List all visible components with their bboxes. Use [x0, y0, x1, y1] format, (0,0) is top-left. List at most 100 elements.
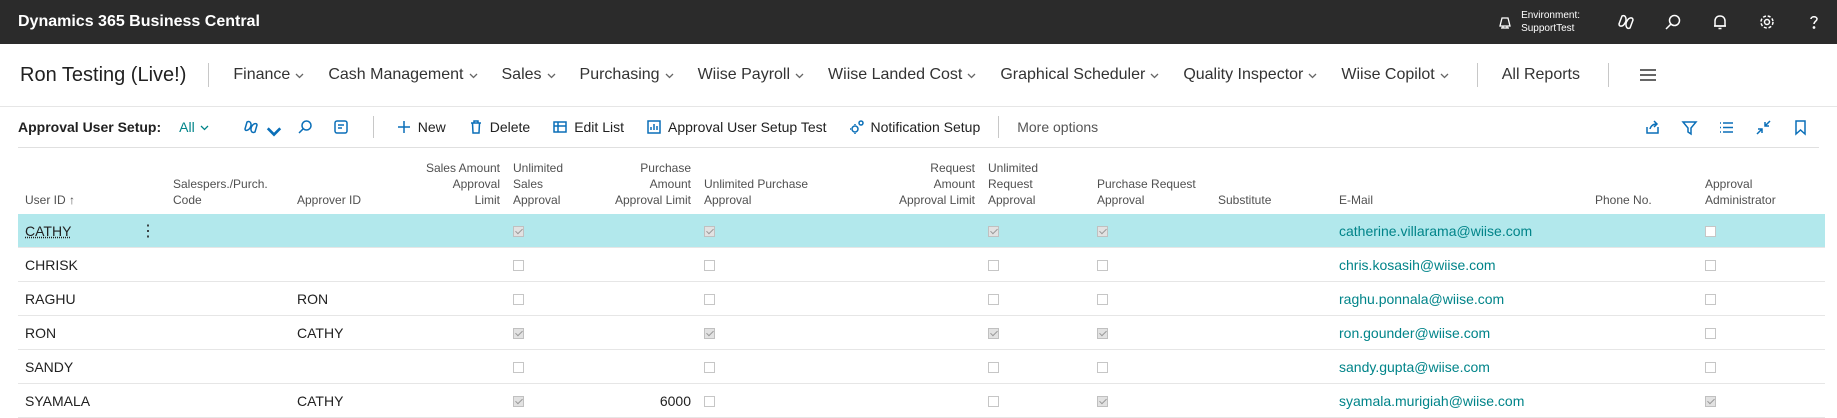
unlimited-request-checkbox[interactable]: [988, 294, 999, 305]
search-list-button[interactable]: [297, 119, 319, 135]
salesperson-cell[interactable]: [166, 384, 290, 418]
help-button[interactable]: [1790, 0, 1837, 44]
unlimited-request-checkbox[interactable]: [988, 260, 999, 271]
delete-button[interactable]: Delete: [468, 119, 530, 135]
sales-limit-cell[interactable]: [388, 350, 506, 384]
approver-id-cell[interactable]: RON: [290, 282, 388, 316]
row-menu-icon[interactable]: ⋮: [140, 221, 156, 241]
approval-admin-checkbox[interactable]: [1705, 226, 1716, 237]
nav-item-all-reports[interactable]: All Reports: [1502, 66, 1580, 84]
phone-cell[interactable]: [1588, 350, 1698, 384]
unlimited-request-checkbox[interactable]: [988, 226, 999, 237]
salesperson-cell[interactable]: [166, 214, 290, 248]
column-header-unlimited-sales[interactable]: Unlimited Sales Approval: [506, 148, 590, 214]
nav-item-graphical-scheduler[interactable]: Graphical Scheduler: [1000, 66, 1159, 84]
collapse-button[interactable]: [1745, 119, 1782, 136]
substitute-cell[interactable]: [1211, 350, 1332, 384]
column-header-sales-amount-limit[interactable]: Sales Amount Approval Limit: [388, 148, 506, 214]
substitute-cell[interactable]: [1211, 214, 1332, 248]
column-header-request-amount-limit[interactable]: Request Amount Approval Limit: [883, 148, 981, 214]
approval-admin-checkbox[interactable]: [1705, 294, 1716, 305]
column-header-phone[interactable]: Phone No.: [1588, 148, 1698, 214]
purchase-request-checkbox[interactable]: [1097, 328, 1108, 339]
table-row[interactable]: RON CATHY ron.gounder@wiise.com: [18, 316, 1825, 350]
purchase-request-checkbox[interactable]: [1097, 226, 1108, 237]
request-limit-cell[interactable]: [883, 248, 981, 282]
list-view-button[interactable]: [1708, 119, 1745, 136]
salesperson-cell[interactable]: [166, 316, 290, 350]
column-header-approver-id[interactable]: Approver ID: [290, 148, 388, 214]
unlimited-sales-checkbox[interactable]: [513, 294, 524, 305]
purchase-limit-cell[interactable]: [590, 350, 697, 384]
new-button[interactable]: New: [396, 119, 446, 135]
email-cell[interactable]: syamala.murigiah@wiise.com: [1332, 384, 1588, 418]
user-id-cell[interactable]: RON: [18, 316, 166, 350]
edit-list-button[interactable]: Edit List: [552, 119, 624, 135]
column-header-unlimited-purchase[interactable]: Unlimited Purchase Approval: [697, 148, 883, 214]
environment-indicator[interactable]: Environment: SupportTest: [1497, 9, 1580, 35]
nav-item-wiise-landed-cost[interactable]: Wiise Landed Cost: [828, 66, 976, 84]
unlimited-sales-checkbox[interactable]: [513, 328, 524, 339]
purchase-request-checkbox[interactable]: [1097, 294, 1108, 305]
substitute-cell[interactable]: [1211, 248, 1332, 282]
unlimited-sales-checkbox[interactable]: [513, 362, 524, 373]
approver-id-cell[interactable]: [290, 350, 388, 384]
approval-admin-checkbox[interactable]: [1705, 362, 1716, 373]
view-filter-dropdown[interactable]: All: [179, 119, 209, 135]
copilot-suggest-button[interactable]: [243, 119, 275, 135]
column-header-purchase-request[interactable]: Purchase Request Approval: [1090, 148, 1211, 214]
table-row[interactable]: CATHY ⋮ catherine.villarama@wiise.com: [18, 214, 1825, 248]
salesperson-cell[interactable]: [166, 282, 290, 316]
table-row[interactable]: SYAMALA CATHY 6000 syamala.murigiah@wiis…: [18, 384, 1825, 418]
nav-item-wiise-payroll[interactable]: Wiise Payroll: [698, 66, 804, 84]
more-options-button[interactable]: More options: [1017, 119, 1098, 135]
table-row[interactable]: SANDY sandy.gupta@wiise.com: [18, 350, 1825, 384]
table-row[interactable]: CHRISK chris.kosasih@wiise.com: [18, 248, 1825, 282]
user-id-cell[interactable]: SYAMALA: [18, 384, 166, 418]
nav-item-sales[interactable]: Sales: [502, 66, 556, 84]
phone-cell[interactable]: [1588, 248, 1698, 282]
phone-cell[interactable]: [1588, 282, 1698, 316]
nav-item-cash-management[interactable]: Cash Management: [328, 66, 477, 84]
purchase-limit-cell[interactable]: [590, 282, 697, 316]
sales-limit-cell[interactable]: [388, 248, 506, 282]
phone-cell[interactable]: [1588, 214, 1698, 248]
unlimited-sales-checkbox[interactable]: [513, 226, 524, 237]
personalize-button[interactable]: [333, 119, 355, 135]
request-limit-cell[interactable]: [883, 350, 981, 384]
bookmark-button[interactable]: [1782, 119, 1819, 136]
notification-setup-button[interactable]: Notification Setup: [849, 119, 981, 135]
column-header-user-id[interactable]: User ID ↑: [18, 148, 166, 214]
salesperson-cell[interactable]: [166, 350, 290, 384]
email-cell[interactable]: sandy.gupta@wiise.com: [1332, 350, 1588, 384]
substitute-cell[interactable]: [1211, 316, 1332, 350]
nav-item-wiise-copilot[interactable]: Wiise Copilot: [1341, 66, 1448, 84]
purchase-limit-cell[interactable]: 6000: [590, 384, 697, 418]
approval-admin-checkbox[interactable]: [1705, 328, 1716, 339]
sales-limit-cell[interactable]: [388, 214, 506, 248]
request-limit-cell[interactable]: [883, 316, 981, 350]
purchase-request-checkbox[interactable]: [1097, 362, 1108, 373]
email-cell[interactable]: chris.kosasih@wiise.com: [1332, 248, 1588, 282]
column-header-approval-admin[interactable]: Approval Administrator: [1698, 148, 1825, 214]
user-id[interactable]: CATHY: [25, 223, 71, 239]
phone-cell[interactable]: [1588, 384, 1698, 418]
approver-id-cell[interactable]: CATHY: [290, 316, 388, 350]
company-name[interactable]: Ron Testing (Live!): [20, 64, 186, 87]
substitute-cell[interactable]: [1211, 282, 1332, 316]
purchase-request-checkbox[interactable]: [1097, 260, 1108, 271]
email-cell[interactable]: ron.gounder@wiise.com: [1332, 316, 1588, 350]
unlimited-request-checkbox[interactable]: [988, 328, 999, 339]
hamburger-menu-button[interactable]: [1639, 68, 1659, 82]
search-button[interactable]: [1649, 0, 1696, 44]
request-limit-cell[interactable]: [883, 214, 981, 248]
settings-button[interactable]: [1743, 0, 1790, 44]
request-limit-cell[interactable]: [883, 282, 981, 316]
column-header-salesperson[interactable]: Salespers./Purch. Code: [166, 148, 290, 214]
approval-admin-checkbox[interactable]: [1705, 260, 1716, 271]
unlimited-purchase-checkbox[interactable]: [704, 294, 715, 305]
user-id-cell[interactable]: CHRISK: [18, 248, 166, 282]
column-header-substitute[interactable]: Substitute: [1211, 148, 1332, 214]
purchase-limit-cell[interactable]: [590, 214, 697, 248]
table-row[interactable]: RAGHU RON raghu.ponnala@wiise.com: [18, 282, 1825, 316]
